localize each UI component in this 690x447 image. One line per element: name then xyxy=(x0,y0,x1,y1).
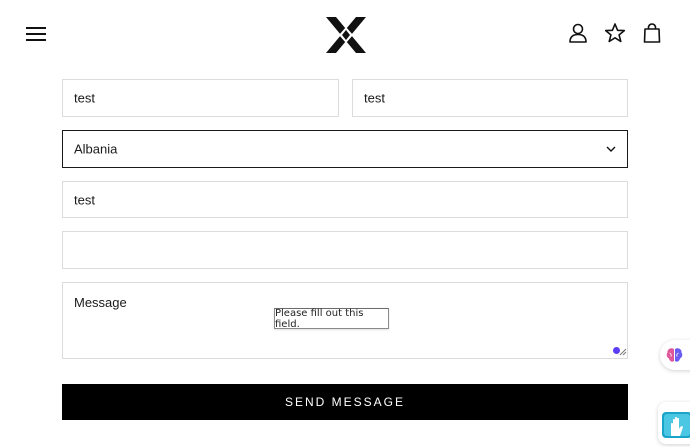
company-field[interactable]: test xyxy=(62,181,628,218)
last-name-value: test xyxy=(364,90,385,106)
send-message-button[interactable]: SEND MESSAGE xyxy=(62,384,628,420)
chevron-down-icon xyxy=(606,146,616,152)
user-icon[interactable] xyxy=(567,22,589,44)
brain-extension-button[interactable] xyxy=(660,340,690,370)
country-value: Albania xyxy=(74,141,118,157)
validation-tooltip: Please fill out this field. xyxy=(274,307,389,330)
hamburger-menu-icon[interactable] xyxy=(26,26,48,42)
site-header xyxy=(0,0,690,68)
company-value: test xyxy=(74,192,95,207)
send-message-label: SEND MESSAGE xyxy=(284,395,406,409)
first-name-value: test xyxy=(74,90,95,106)
hand-extension-button[interactable] xyxy=(658,402,690,444)
brand-logo-icon[interactable] xyxy=(324,15,368,55)
last-name-field[interactable]: test xyxy=(352,79,628,117)
country-select[interactable]: Albania xyxy=(62,130,628,168)
shopping-bag-icon[interactable] xyxy=(641,22,663,44)
brain-extension-icon xyxy=(666,348,683,362)
hand-extension-icon xyxy=(662,412,690,438)
phone-field[interactable] xyxy=(62,231,628,269)
first-name-field[interactable]: test xyxy=(62,79,339,117)
star-icon[interactable] xyxy=(604,22,626,44)
message-placeholder: Message xyxy=(74,295,127,310)
resize-handle-icon[interactable] xyxy=(619,348,627,356)
validation-tooltip-text: Please fill out this field. xyxy=(275,307,364,330)
